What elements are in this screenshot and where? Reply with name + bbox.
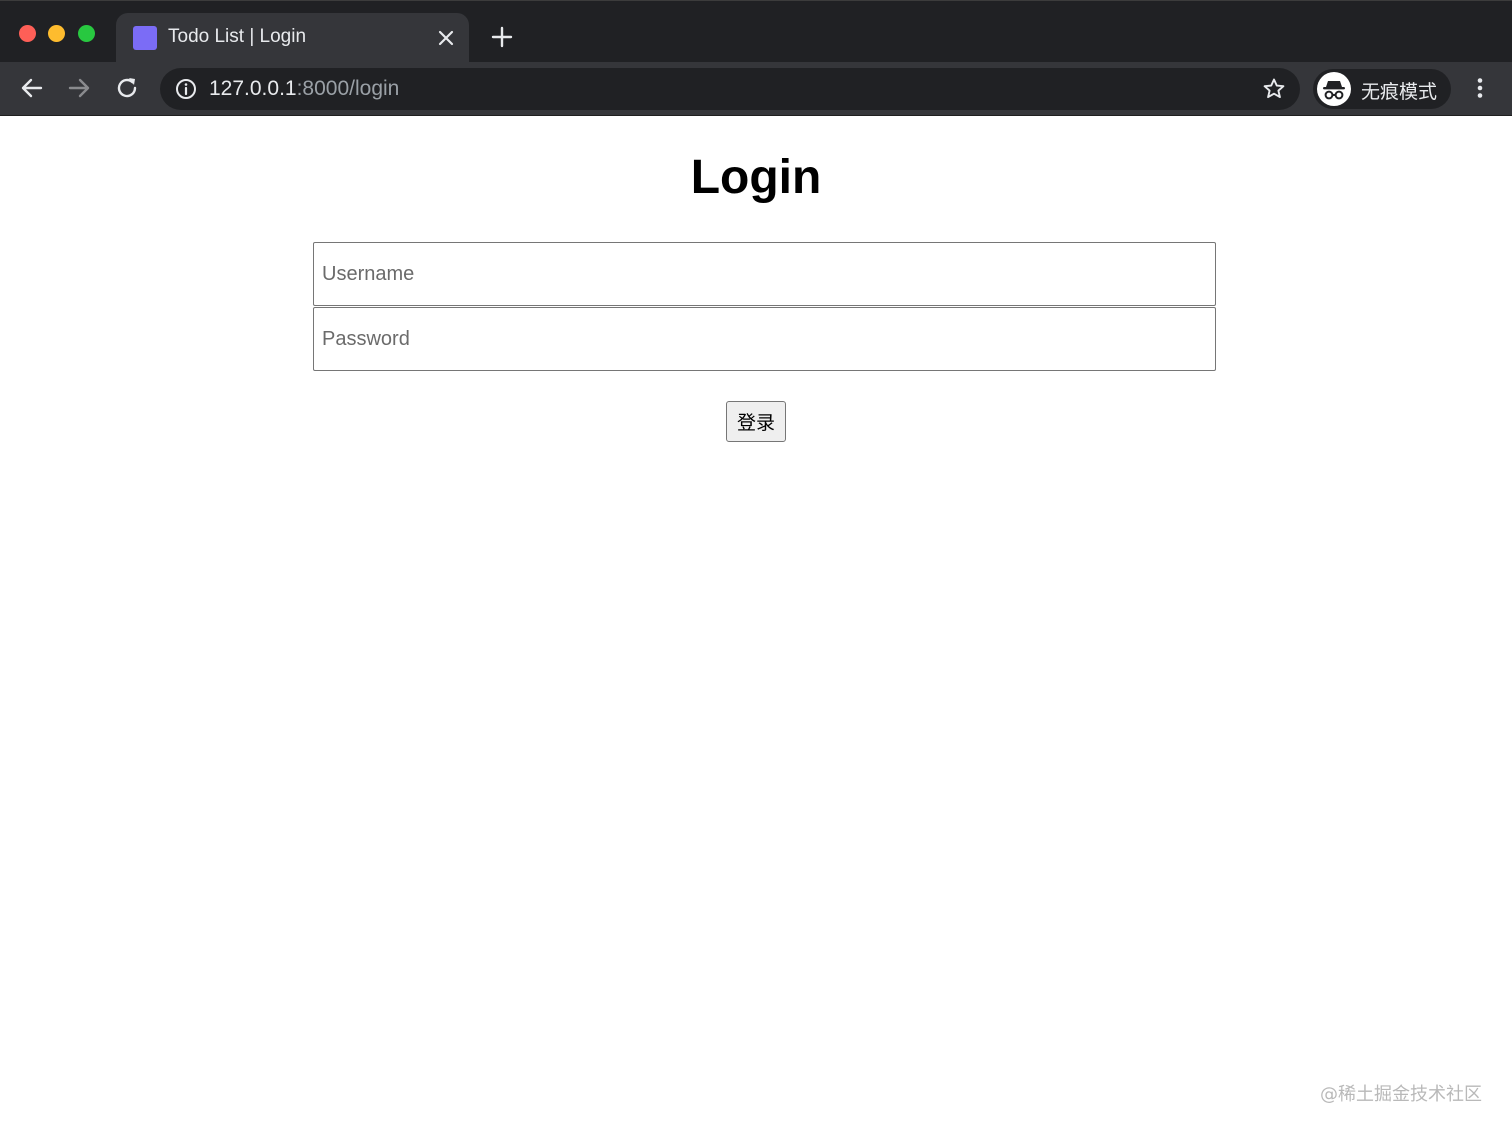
username-input[interactable] [313,242,1216,306]
star-icon[interactable] [1262,77,1286,101]
watermark: @稀土掘金技术社区 [1320,1084,1482,1105]
password-input[interactable] [313,307,1216,371]
window-minimize-button[interactable] [48,25,65,42]
url-text[interactable]: 127.0.0.1:8000/login [209,77,399,101]
incognito-icon [1317,72,1351,106]
url-path: :8000/login [296,77,400,100]
page-content: Login 登录 @稀土掘金技术社区 [0,116,1512,1134]
close-icon[interactable] [434,26,458,50]
browser-window: Todo List | Login 127.0.0.1:8000/login 无… [0,0,1512,1134]
arrow-right-icon[interactable] [65,74,93,102]
address-bar[interactable]: 127.0.0.1:8000/login [160,68,1300,110]
info-icon[interactable] [175,78,197,100]
login-button[interactable]: 登录 [726,401,786,442]
incognito-indicator[interactable]: 无痕模式 [1313,69,1451,109]
window-close-button[interactable] [19,25,36,42]
plus-icon[interactable] [488,23,516,51]
browser-toolbar: 127.0.0.1:8000/login 无痕模式 [0,62,1512,116]
tab-strip: Todo List | Login [0,0,1512,63]
incognito-label: 无痕模式 [1361,81,1438,103]
reload-icon[interactable] [113,74,141,102]
favicon-icon [133,26,157,50]
kebab-menu-icon[interactable] [1466,74,1494,102]
url-host: 127.0.0.1 [209,77,297,100]
browser-tab-active[interactable]: Todo List | Login [116,13,469,63]
tab-title: Todo List | Login [168,26,307,47]
page-title: Login [690,151,822,204]
arrow-left-icon[interactable] [18,74,46,102]
window-maximize-button[interactable] [78,25,95,42]
